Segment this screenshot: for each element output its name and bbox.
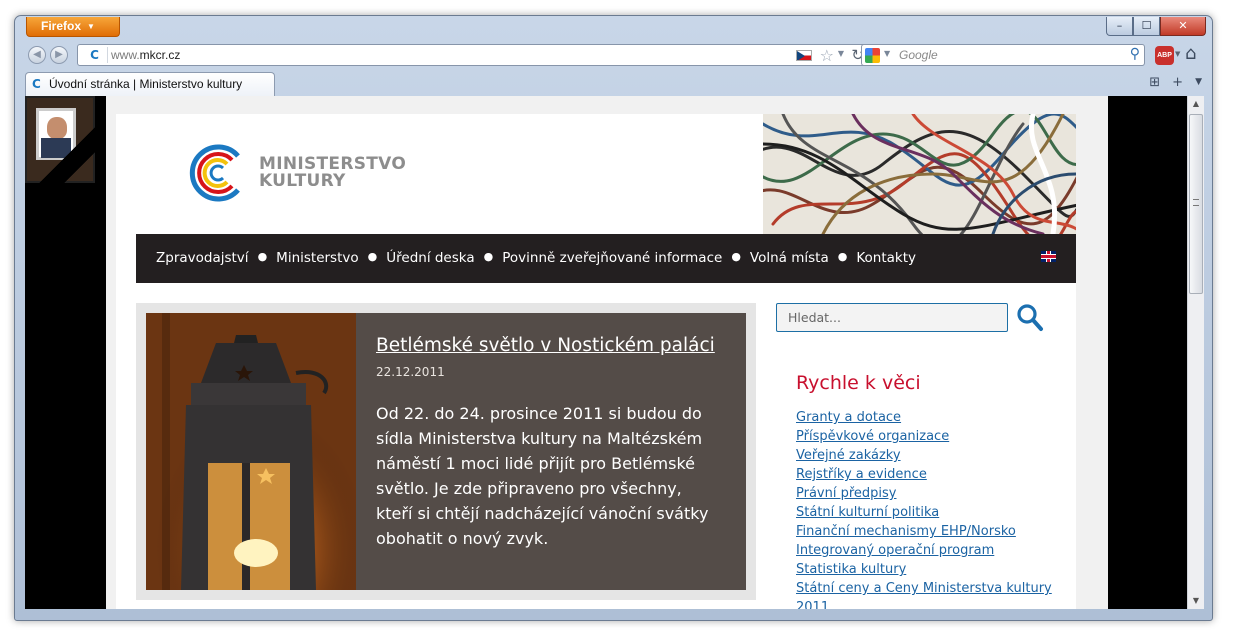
url-domain: mkcr.cz [139,48,181,62]
nav-item-uredni-deska[interactable]: Úřední deska [386,250,474,266]
tab-tools: ⊞ + ▼ [1149,75,1202,90]
main-navigation: Zpravodajství ● Ministerstvo ● Úřední de… [136,234,1076,283]
nav-separator: ● [731,250,741,263]
page-viewport: MINISTERSTVO KULTURY Zpravodajství ● Min… [25,96,1197,609]
tab-title: Úvodní stránka | Ministerstvo kultury [49,77,243,91]
site-search-placeholder: Hledat... [788,310,841,325]
mourning-portrait[interactable] [25,96,97,185]
window-controls: – ☐ ✕ [1106,17,1206,36]
nav-separator: ● [367,250,378,263]
web-search-placeholder: Google [899,48,938,62]
page-content: MINISTERSTVO KULTURY Zpravodajství ● Min… [116,114,1076,609]
tab-favicon-icon: C [32,77,41,91]
tab-active[interactable]: C Úvodní stránka | Ministerstvo kultury [25,72,275,96]
site-search-input[interactable]: Hledat... [776,303,1008,332]
back-icon[interactable]: ◀ [28,46,46,64]
nav-separator: ● [483,250,494,263]
black-ribbon [27,98,97,185]
site-identity-icon[interactable]: C [82,47,108,63]
web-search-bar[interactable]: ▼ Google ⚲ [861,44,1145,66]
quick-links: Rychle k věci Granty a dotace Příspěvkov… [796,372,1052,609]
featured-article: Betlémské světlo v Nostickém paláci 22.1… [136,303,756,600]
scrollbar-grip [1193,199,1199,206]
search-icon[interactable]: ⚲ [1130,46,1140,62]
tab-strip: C Úvodní stránka | Ministerstvo kultury … [15,72,1212,96]
nav-item-zpravodajstvi[interactable]: Zpravodajství [156,250,249,266]
navigation-toolbar: ◀ ▶ C www.mkcr.cz ☆ ▼ ↻ ▼ Google ⚲ ABP ▼… [15,40,1212,70]
nav-item-volna-mista[interactable]: Volná místa [750,250,829,266]
quick-link[interactable]: Rejstříky a evidence [796,465,1052,484]
search-engine-dropdown-icon[interactable]: ▼ [884,49,890,58]
quick-links-title: Rychle k věci [796,372,921,394]
tab-groups-icon[interactable]: ⊞ [1149,75,1160,90]
vertical-scrollbar[interactable]: ▲ ▼ [1187,96,1204,609]
history-dropdown-icon[interactable]: ▼ [838,49,844,58]
nav-separator: ● [837,250,848,263]
maximize-button[interactable]: ☐ [1133,17,1160,36]
firefox-menu-label: Firefox [41,19,82,33]
scroll-down-icon[interactable]: ▼ [1188,593,1204,609]
browser-window: Firefox ▼ – ☐ ✕ ◀ ▶ C www.mkcr.cz ☆ ▼ ↻ ▼… [14,15,1213,621]
nav-item-povinne-informace[interactable]: Povinně zveřejňované informace [502,250,722,266]
decorative-banner-image [763,114,1076,234]
quick-link[interactable]: Příspěvkové organizace [796,427,1052,446]
quick-link[interactable]: Integrovaný operační program [796,541,1052,560]
firefox-menu-button[interactable]: Firefox ▼ [26,17,120,37]
new-tab-icon[interactable]: + [1172,75,1183,90]
site-logo-text[interactable]: MINISTERSTVO KULTURY [259,156,406,190]
bookmark-star-icon[interactable]: ☆ [820,46,834,65]
language-flag-icon [796,50,812,61]
url-prefix: www. [111,48,140,62]
quick-link[interactable]: Státní kulturní politika [796,503,1052,522]
logo-line-2: KULTURY [259,171,346,191]
quick-link[interactable]: Granty a dotace [796,408,1052,427]
url-text[interactable]: www.mkcr.cz [111,48,180,62]
featured-article-text: Betlémské světlo v Nostickém paláci 22.1… [356,313,746,590]
nav-items: Zpravodajství ● Ministerstvo ● Úřední de… [156,250,916,266]
nav-item-kontakty[interactable]: Kontakty [856,250,916,266]
nav-item-ministerstvo[interactable]: Ministerstvo [276,250,358,266]
scrollbar-thumb[interactable] [1189,114,1203,294]
website-page: MINISTERSTVO KULTURY Zpravodajství ● Min… [106,96,1108,609]
ministry-logo-icon[interactable] [186,142,248,204]
adblock-dropdown-icon[interactable]: ▼ [1175,50,1180,58]
search-icon[interactable] [1016,302,1044,332]
quick-link[interactable]: Státní ceny a Ceny Ministerstva kultury [796,579,1052,598]
adblock-icon[interactable]: ABP [1155,46,1174,65]
quick-link[interactable]: Veřejné zakázky [796,446,1052,465]
featured-article-title[interactable]: Betlémské světlo v Nostickém paláci [376,335,715,356]
close-button[interactable]: ✕ [1160,17,1206,36]
google-icon[interactable] [865,48,880,63]
quick-link[interactable]: 2011 [796,598,1052,609]
featured-article-date: 22.12.2011 [376,365,445,379]
featured-article-body: Od 22. do 24. prosince 2011 si budou do … [376,404,709,548]
scroll-up-icon[interactable]: ▲ [1188,96,1204,112]
lantern-image[interactable] [146,313,356,590]
forward-icon[interactable]: ▶ [50,46,68,64]
nav-separator: ● [257,250,268,263]
chevron-down-icon: ▼ [87,22,95,31]
english-flag-icon[interactable] [1041,251,1056,262]
quick-link[interactable]: Právní předpisy [796,484,1052,503]
home-icon[interactable]: ⌂ [1185,43,1196,64]
minimize-button[interactable]: – [1106,17,1133,36]
url-bar[interactable]: C www.mkcr.cz ☆ ▼ ↻ [77,44,869,66]
list-all-tabs-icon[interactable]: ▼ [1195,75,1202,90]
quick-link[interactable]: Statistika kultury [796,560,1052,579]
quick-link[interactable]: Finanční mechanismy EHP/Norsko [796,522,1052,541]
